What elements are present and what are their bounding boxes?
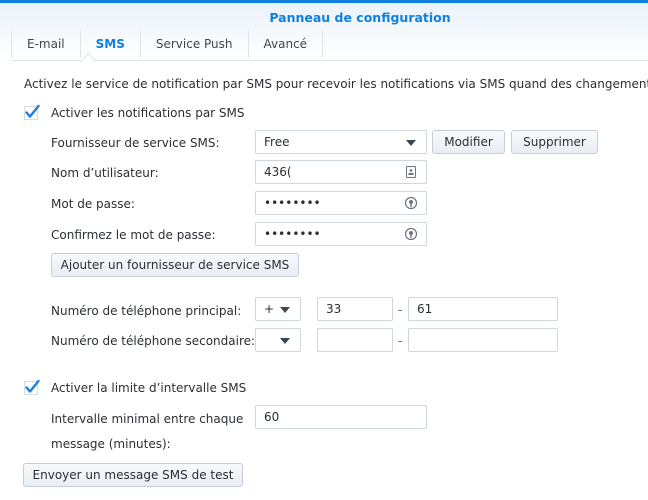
- enable-sms-checkbox[interactable]: [24, 104, 40, 120]
- interval-label-line2: message (minutes):: [51, 437, 171, 451]
- password-label: Mot de passe:: [51, 197, 135, 211]
- delete-provider-button[interactable]: Supprimer: [511, 130, 598, 154]
- modify-provider-button[interactable]: Modifier: [432, 130, 505, 154]
- primary-phone-prefix: +: [264, 302, 275, 316]
- enable-sms-label: Activer les notifications par SMS: [51, 106, 245, 120]
- interval-label-line1: Intervalle minimal entre chaque: [51, 412, 244, 426]
- primary-phone-number: 61: [417, 302, 433, 316]
- primary-phone-label: Numéro de téléphone principal:: [51, 304, 242, 318]
- primary-phone-separator: -: [398, 303, 403, 317]
- tab-advanced[interactable]: Avancé: [247, 31, 324, 58]
- password-input[interactable]: ••••••••: [255, 191, 427, 215]
- sms-description: Activez le service de notification par S…: [24, 77, 648, 91]
- add-provider-button[interactable]: Ajouter un fournisseur de service SMS: [51, 253, 299, 277]
- username-value: 436(: [264, 165, 292, 179]
- password-key-icon[interactable]: [404, 196, 418, 210]
- secondary-phone-number-input[interactable]: [408, 328, 558, 352]
- tab-bar: E-mail SMS Service Push Avancé: [11, 31, 324, 58]
- interval-limit-label: Activer la limite d’intervalle SMS: [51, 381, 247, 395]
- interval-value: 60: [264, 410, 280, 424]
- password-value: ••••••••: [264, 196, 321, 210]
- tab-email[interactable]: E-mail: [11, 31, 80, 58]
- confirm-password-value: ••••••••: [264, 227, 321, 241]
- primary-phone-country-code: 33: [326, 302, 342, 316]
- secondary-phone-prefix-select[interactable]: [255, 328, 301, 352]
- primary-phone-prefix-select[interactable]: +: [255, 297, 301, 321]
- send-test-sms-button[interactable]: Envoyer un message SMS de test: [23, 463, 243, 487]
- chevron-down-icon: [280, 338, 290, 344]
- interval-limit-checkbox[interactable]: [24, 379, 40, 395]
- chevron-down-icon: [280, 307, 290, 313]
- secondary-phone-label: Numéro de téléphone secondaire:: [51, 334, 256, 348]
- provider-select[interactable]: Free: [255, 130, 427, 154]
- confirm-password-input[interactable]: ••••••••: [255, 222, 427, 246]
- secondary-phone-separator: -: [398, 334, 403, 348]
- provider-label: Fournisseur de service SMS:: [51, 136, 220, 150]
- secondary-phone-country-code-input[interactable]: [317, 328, 393, 352]
- provider-value: Free: [264, 135, 290, 149]
- username-label: Nom d’utilisateur:: [51, 166, 159, 180]
- tab-divider: [12, 60, 648, 61]
- username-input[interactable]: 436(: [255, 160, 427, 184]
- contact-card-icon: [406, 166, 416, 178]
- password-key-icon[interactable]: [404, 227, 418, 241]
- primary-phone-country-code-input[interactable]: 33: [317, 297, 393, 321]
- chevron-down-icon: [406, 140, 416, 146]
- window-title: Panneau de configuration: [269, 10, 451, 25]
- interval-input[interactable]: 60: [255, 405, 427, 429]
- primary-phone-number-input[interactable]: 61: [408, 297, 558, 321]
- confirm-password-label: Confirmez le mot de passe:: [51, 228, 216, 242]
- tab-service-push[interactable]: Service Push: [139, 31, 248, 58]
